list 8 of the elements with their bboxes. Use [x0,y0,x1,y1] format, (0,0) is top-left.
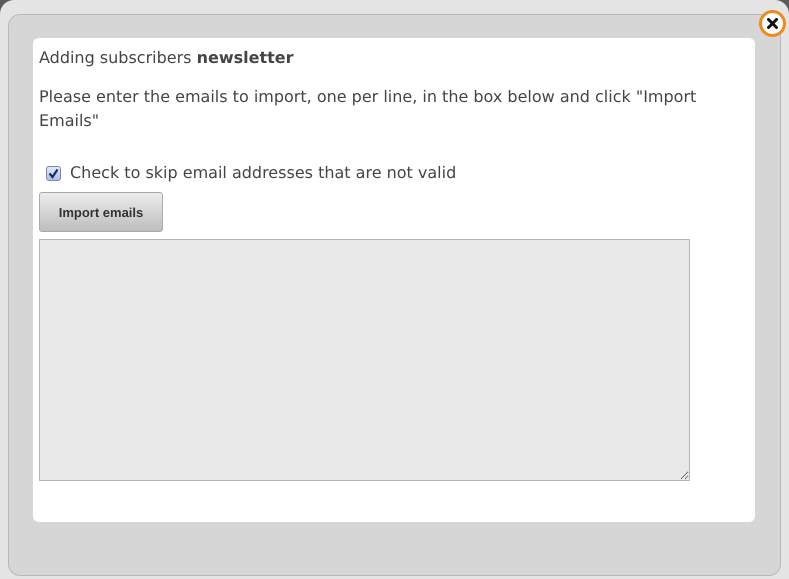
emails-input[interactable] [39,239,690,481]
dialog-heading: Adding subscribers newsletter [39,47,295,69]
close-button[interactable] [759,10,786,37]
import-button[interactable]: Import emails [39,192,163,232]
skip-invalid-label: Check to skip email addresses that are not valid [70,163,456,183]
instructions-text: Please enter the emails to import, one per line, in the box below and click "Import Emails" [39,86,698,132]
close-icon [767,18,778,29]
skip-invalid-checkbox[interactable] [46,166,61,180]
